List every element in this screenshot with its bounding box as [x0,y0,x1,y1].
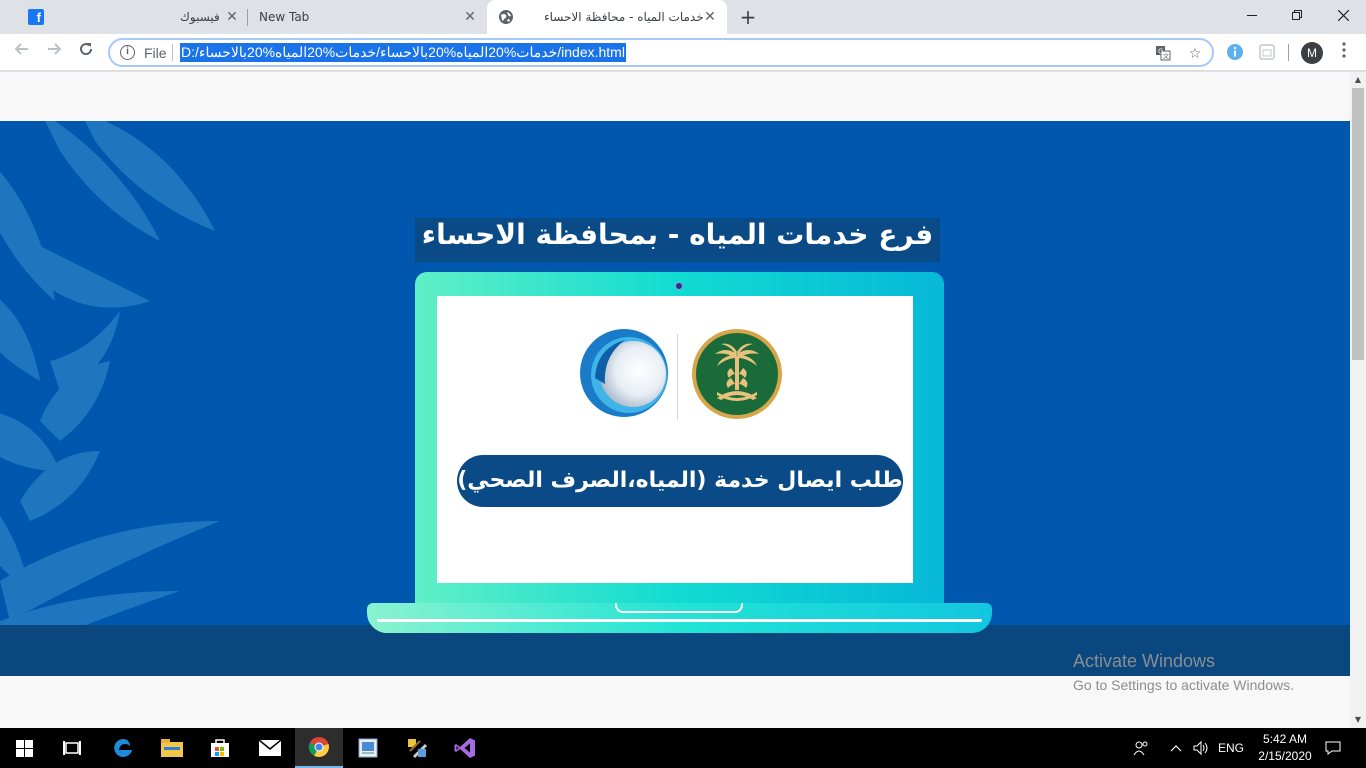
logo-divider [677,334,678,420]
ministry-emblem-logo [692,329,782,419]
facebook-icon: f [28,9,44,25]
laptop-touchpad [615,603,743,613]
scroll-down-arrow-icon[interactable]: ▼ [1350,712,1366,728]
chrome-icon [308,737,329,757]
minimize-icon [1247,15,1257,16]
photo-viewer-button[interactable] [344,728,392,768]
visual-studio-button[interactable] [441,728,489,768]
tools-icon [408,739,428,759]
people-button[interactable] [1130,728,1152,768]
browser-menu-button[interactable] [1336,41,1352,65]
close-window-button[interactable] [1320,0,1366,30]
restore-button[interactable] [1274,0,1320,30]
photo-viewer-icon [358,738,378,758]
chevron-up-icon [1170,745,1182,752]
taskbar-clock[interactable]: 5:42 AM 2/15/2020 [1252,731,1318,765]
hero-banner: فرع خدمات المياه - بمحافظة الاحساء طلب ا… [0,121,1350,676]
action-center-button[interactable] [1320,728,1346,768]
extension-info-icon[interactable] [1226,43,1244,61]
people-icon [1133,741,1148,756]
mail-button[interactable] [246,728,294,768]
url-text[interactable]: D:/خدمات%20المياه%20بالاحساء/خدمات%20الم… [180,43,626,62]
close-icon [1337,9,1349,21]
close-tab-icon[interactable]: ✕ [224,9,240,25]
back-arrow-icon [14,43,28,55]
activation-watermark-title: Activate Windows [1073,651,1216,671]
laptop-base-highlight [377,619,982,622]
palm-decoration [0,121,220,676]
windows-taskbar: ENG 5:42 AM 2/15/2020 [0,728,1366,768]
laptop-base [367,603,992,633]
scheme-label: File [144,45,167,61]
restore-icon [1292,10,1302,20]
translate-icon[interactable]: G文 [1154,45,1172,63]
tab-new-tab[interactable]: New Tab ✕ [248,0,486,34]
mail-icon [259,740,281,756]
browser-toolbar: i File D:/خدمات%20المياه%20بالاحساء/خدما… [0,34,1366,71]
tools-button[interactable] [393,728,441,768]
tab-water-services[interactable]: خدمات المياه - محافظة الاحساء ✕ [487,0,727,34]
laptop-illustration: طلب ايصال خدمة (المياه،الصرف الصحي) [415,272,944,607]
address-bar[interactable]: i File D:/خدمات%20المياه%20بالاحساء/خدما… [108,38,1214,67]
reload-button[interactable] [75,41,97,63]
clock-time: 5:42 AM [1262,732,1308,746]
page-scrollbar[interactable]: ▲ ▼ [1350,72,1366,728]
file-explorer-button[interactable] [148,728,196,768]
tab-strip: f فيسبوك ✕ New Tab ✕ خدمات المياه - محاف… [0,0,1366,34]
tab-title: New Tab [259,10,310,24]
start-button[interactable] [0,728,48,768]
profile-avatar[interactable]: M [1301,42,1323,64]
more-vert-icon [1342,42,1346,58]
scrollbar-thumb[interactable] [1352,88,1364,360]
activation-watermark-subtitle: Go to Settings to activate Windows. [1073,677,1294,693]
store-icon [211,739,229,757]
water-company-logo [580,329,668,417]
svg-text:文: 文 [1163,53,1169,61]
globe-icon [499,10,513,24]
notification-icon [1325,741,1341,755]
close-tab-icon[interactable]: ✕ [702,9,718,25]
file-explorer-icon [161,739,183,757]
bookmark-star-icon[interactable]: ☆ [1186,45,1204,63]
edge-icon [114,739,132,757]
site-info-icon[interactable]: i [120,45,135,60]
store-button[interactable] [196,728,244,768]
forward-arrow-icon [48,43,62,55]
chrome-button[interactable] [295,728,343,768]
volume-icon [1193,740,1208,756]
forward-button[interactable] [43,41,65,63]
task-view-button[interactable] [48,728,96,768]
input-language-indicator[interactable]: ENG [1216,728,1246,768]
omnibox-divider [172,44,173,61]
visual-studio-icon [454,738,475,758]
tab-title: خدمات المياه - محافظة الاحساء [544,10,704,24]
volume-button[interactable] [1190,728,1212,768]
scroll-up-arrow-icon[interactable]: ▲ [1350,72,1366,88]
page-title: فرع خدمات المياه - بمحافظة الاحساء [421,218,934,251]
reload-icon [80,43,93,56]
extension-box-icon[interactable] [1258,43,1276,61]
tab-facebook[interactable]: f فيسبوك ✕ [8,0,246,34]
toolbar-divider [1288,44,1289,61]
start-icon [15,739,33,757]
close-tab-icon[interactable]: ✕ [462,9,478,25]
laptop-screen: طلب ايصال خدمة (المياه،الصرف الصحي) [437,296,913,583]
task-view-icon [63,741,81,755]
tab-title: فيسبوك [180,10,220,24]
edge-button[interactable] [99,728,147,768]
back-button[interactable] [11,41,33,63]
page-viewport: فرع خدمات المياه - بمحافظة الاحساء طلب ا… [0,72,1350,728]
minimize-button[interactable] [1229,0,1275,30]
service-request-button[interactable]: طلب ايصال خدمة (المياه،الصرف الصحي) [457,455,903,507]
camera-dot [675,282,683,290]
new-tab-button[interactable]: + [737,6,759,28]
show-hidden-icons-button[interactable] [1167,728,1185,768]
headline-panel: فرع خدمات المياه - بمحافظة الاحساء [415,218,940,262]
clock-date: 2/15/2020 [1258,749,1312,763]
